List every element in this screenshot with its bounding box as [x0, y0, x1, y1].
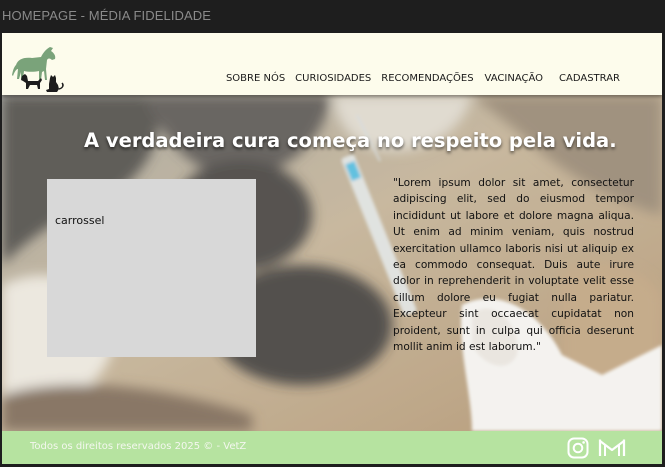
nav-curiosidades[interactable]: CURIOSIDADES: [295, 73, 371, 84]
copyright-text: Todos os direitos reservados 2025 © - Ve…: [30, 441, 247, 452]
intro-paragraph: "Lorem ipsum dolor sit amet, consectetur…: [393, 177, 634, 354]
instagram-icon[interactable]: [566, 436, 590, 460]
hero-title: A verdadeira cura começa no respeito pel…: [84, 129, 617, 152]
site-footer: Todos os direitos reservados 2025 © - Ve…: [2, 431, 662, 464]
gmail-icon[interactable]: [598, 436, 626, 460]
hero-section: A verdadeira cura começa no respeito pel…: [2, 95, 662, 431]
carousel-label: carrossel: [55, 214, 105, 227]
homepage: SOBRE NÓS CURIOSIDADES RECOMENDAÇÕES VAC…: [2, 33, 662, 464]
main-nav: SOBRE NÓS CURIOSIDADES RECOMENDAÇÕES VAC…: [226, 73, 662, 84]
carousel-placeholder[interactable]: carrossel: [47, 179, 256, 357]
nav-cadastrar[interactable]: CADASTRAR: [559, 73, 620, 84]
nav-recomendacoes[interactable]: RECOMENDAÇÕES: [381, 73, 473, 84]
horse-dog-cat-logo-icon[interactable]: [8, 45, 66, 95]
window-title: HOMEPAGE - MÉDIA FIDELIDADE: [2, 8, 212, 23]
nav-vacinacao[interactable]: VACINAÇÃO: [485, 73, 543, 84]
site-header: SOBRE NÓS CURIOSIDADES RECOMENDAÇÕES VAC…: [2, 33, 662, 95]
nav-sobre-nos[interactable]: SOBRE NÓS: [226, 73, 285, 84]
